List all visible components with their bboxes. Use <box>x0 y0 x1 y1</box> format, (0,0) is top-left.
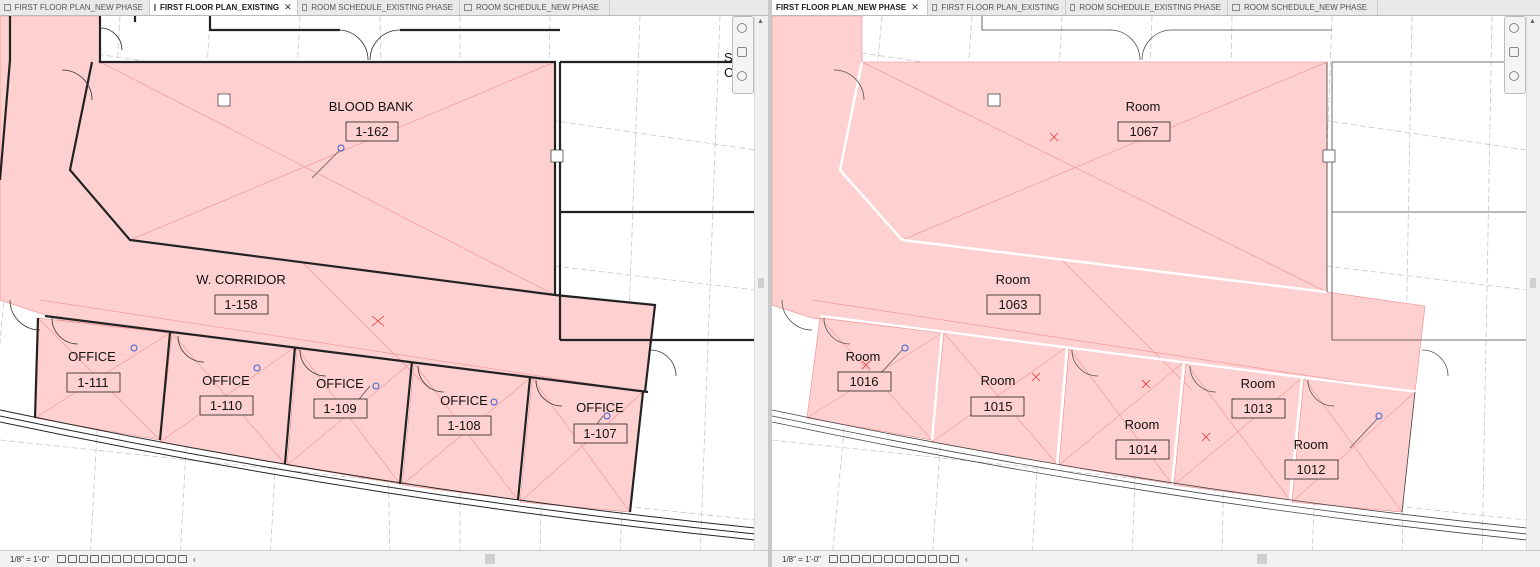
room-name: BLOOD BANK <box>329 99 414 114</box>
close-icon[interactable]: ✕ <box>911 2 919 13</box>
lock-3d-icon[interactable] <box>123 555 133 563</box>
room-name: Room <box>1125 417 1160 432</box>
room-number: 1014 <box>1129 442 1158 457</box>
tab-room-schedule-existing[interactable]: ROOM SCHEDULE_EXISTING PHASE <box>1066 0 1228 15</box>
room-name: OFFICE <box>316 376 364 391</box>
crop-view-icon[interactable] <box>873 555 883 563</box>
room-name: Room <box>996 272 1031 287</box>
chevron-left-icon[interactable]: ‹ <box>965 555 968 564</box>
left-view-window: FIRST FLOOR PLAN_NEW PHASE FIRST FLOOR P… <box>0 0 768 567</box>
crop-view-icon[interactable] <box>101 555 111 563</box>
visual-style-icon[interactable] <box>840 555 850 563</box>
view-scale[interactable]: 1/8" = 1'-0" <box>782 555 821 564</box>
room-number: 1063 <box>999 297 1028 312</box>
room-name: OFFICE <box>68 349 116 364</box>
scroll-thumb[interactable] <box>758 278 764 288</box>
room-name: Room <box>981 373 1016 388</box>
vertical-scrollbar[interactable]: ▲ <box>754 16 768 551</box>
scroll-up-icon[interactable]: ▲ <box>1529 18 1536 25</box>
tab-first-floor-existing[interactable]: FIRST FLOOR PLAN_EXISTING <box>928 0 1066 15</box>
show-constraints-icon[interactable] <box>950 555 960 563</box>
room-number: 1013 <box>1244 401 1273 416</box>
room-number: 1-108 <box>447 418 480 433</box>
room-number: 1016 <box>850 374 879 389</box>
reveal-hidden-icon[interactable] <box>917 555 927 563</box>
room-name: Room <box>1126 99 1161 114</box>
analytical-model-icon[interactable] <box>156 555 166 563</box>
zoom-icon[interactable] <box>737 47 747 57</box>
room-number: 1-107 <box>583 426 616 441</box>
room-number: 1067 <box>1130 124 1159 139</box>
highlight-displacement-icon[interactable] <box>939 555 949 563</box>
temp-hide-icon[interactable] <box>906 555 916 563</box>
reveal-hidden-icon[interactable] <box>145 555 155 563</box>
view-tab-bar: FIRST FLOOR PLAN_NEW PHASE FIRST FLOOR P… <box>0 0 768 16</box>
show-crop-icon[interactable] <box>884 555 894 563</box>
detail-level-icon[interactable] <box>829 555 839 563</box>
scroll-thumb[interactable] <box>1530 278 1536 288</box>
room-number: 1-110 <box>210 398 242 413</box>
shadows-icon[interactable] <box>862 555 872 563</box>
tab-first-floor-existing[interactable]: FIRST FLOOR PLAN_EXISTING ✕ <box>150 0 298 15</box>
floor-plan-canvas-new-phase[interactable]: F Room 1067 Room 1063 Room 1016 Room 101… <box>772 16 1527 551</box>
shadows-icon[interactable] <box>90 555 100 563</box>
steering-wheel-icon[interactable] <box>737 23 747 33</box>
sun-path-icon[interactable] <box>79 555 89 563</box>
tab-room-schedule-existing[interactable]: ROOM SCHEDULE_EXISTING PHASE <box>298 0 460 15</box>
view-control-bar: 1/8" = 1'-0" ‹ <box>772 550 1540 567</box>
analytical-model-icon[interactable] <box>928 555 938 563</box>
schedule-icon <box>1070 4 1076 11</box>
navigation-bar[interactable] <box>1504 16 1526 94</box>
floor-plan-icon <box>4 4 11 11</box>
horizontal-scroll-thumb[interactable] <box>1257 554 1267 564</box>
temp-hide-icon[interactable] <box>134 555 144 563</box>
tab-first-floor-new-phase[interactable]: FIRST FLOOR PLAN_NEW PHASE ✕ <box>772 0 928 15</box>
vertical-scrollbar[interactable]: ▲ <box>1526 16 1540 551</box>
visual-style-icon[interactable] <box>68 555 78 563</box>
room-number: 1-109 <box>323 401 356 416</box>
room-name: Room <box>1241 376 1276 391</box>
pan-icon[interactable] <box>1509 71 1519 81</box>
room-number: 1-111 <box>77 375 108 390</box>
floor-plan-icon <box>932 4 938 11</box>
pan-icon[interactable] <box>737 71 747 81</box>
view-tab-bar: FIRST FLOOR PLAN_NEW PHASE ✕ FIRST FLOOR … <box>772 0 1540 16</box>
room-name: OFFICE <box>440 393 488 408</box>
sun-path-icon[interactable] <box>851 555 861 563</box>
chevron-left-icon[interactable]: ‹ <box>193 555 196 564</box>
tab-room-schedule-new[interactable]: ROOM SCHEDULE_NEW PHASE <box>1228 0 1378 15</box>
schedule-icon <box>464 4 472 11</box>
highlight-displacement-icon[interactable] <box>167 555 177 563</box>
close-icon[interactable]: ✕ <box>284 2 292 13</box>
schedule-icon <box>1232 4 1240 11</box>
scroll-up-icon[interactable]: ▲ <box>757 18 764 25</box>
floor-plan-icon <box>154 4 156 11</box>
tab-room-schedule-new[interactable]: ROOM SCHEDULE_NEW PHASE <box>460 0 610 15</box>
room-name: Room <box>846 349 881 364</box>
floor-plan-canvas-existing[interactable]: SPE COLL BLOOD BANK 1-162 W. CORRIDOR 1-… <box>0 16 755 551</box>
schedule-icon <box>302 4 308 11</box>
horizontal-scroll-thumb[interactable] <box>485 554 495 564</box>
zoom-icon[interactable] <box>1509 47 1519 57</box>
room-number: 1-162 <box>355 124 388 139</box>
room-number: 1015 <box>984 399 1013 414</box>
show-constraints-icon[interactable] <box>178 555 188 563</box>
room-number: 1-158 <box>224 297 257 312</box>
tab-first-floor-new-phase[interactable]: FIRST FLOOR PLAN_NEW PHASE <box>0 0 150 15</box>
view-control-bar: 1/8" = 1'-0" ‹ <box>0 550 768 567</box>
steering-wheel-icon[interactable] <box>1509 23 1519 33</box>
show-crop-icon[interactable] <box>112 555 122 563</box>
lock-3d-icon[interactable] <box>895 555 905 563</box>
room-name: OFFICE <box>202 373 250 388</box>
room-name: Room <box>1294 437 1329 452</box>
detail-level-icon[interactable] <box>57 555 67 563</box>
room-name: OFFICE <box>576 400 624 415</box>
room-name: W. CORRIDOR <box>196 272 286 287</box>
right-view-window: FIRST FLOOR PLAN_NEW PHASE ✕ FIRST FLOOR … <box>772 0 1540 567</box>
room-number: 1012 <box>1297 462 1326 477</box>
navigation-bar[interactable] <box>732 16 754 94</box>
view-scale[interactable]: 1/8" = 1'-0" <box>10 555 49 564</box>
